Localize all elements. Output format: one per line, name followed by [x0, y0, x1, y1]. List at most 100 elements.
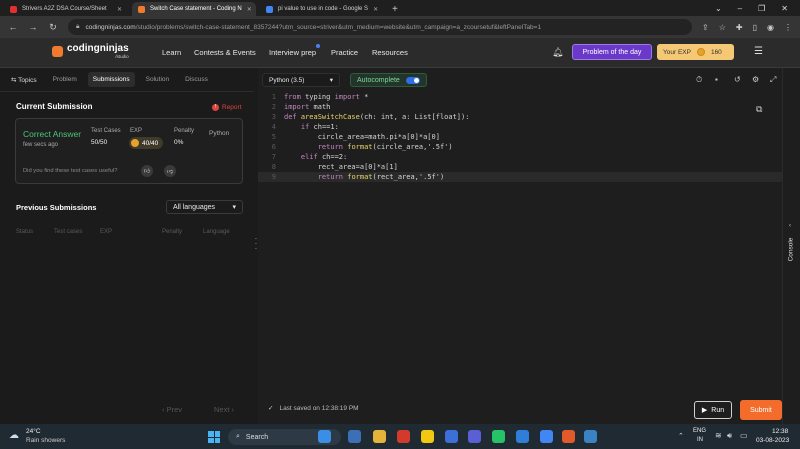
- taskbar-app-icon[interactable]: [445, 430, 458, 443]
- taskbar-app-icon[interactable]: [584, 430, 597, 443]
- taskbar-app-icon[interactable]: [492, 430, 505, 443]
- close-window-icon[interactable]: ✕: [781, 4, 788, 13]
- nav-interview-prep[interactable]: Interview prep: [269, 48, 316, 57]
- copy-code-icon[interactable]: ⧉: [756, 104, 762, 115]
- settings-gear-icon[interactable]: ⚙: [752, 75, 759, 84]
- hamburger-menu-icon[interactable]: ☰: [754, 46, 763, 57]
- submit-button[interactable]: Submit: [740, 400, 782, 420]
- line-number: 3: [271, 113, 276, 121]
- current-submission-title: Current Submission: [16, 102, 93, 111]
- code-line[interactable]: 8 rect_area=a[0]*a[1]: [258, 162, 782, 172]
- tab-favicon-icon: [266, 5, 273, 13]
- tab-topics-label: Topics: [18, 76, 37, 84]
- next-page-button[interactable]: Next ›: [214, 405, 234, 414]
- input-language-bottom[interactable]: IN: [697, 437, 703, 443]
- exp-coin-icon: [696, 48, 705, 56]
- taskbar-app-icon[interactable]: [468, 430, 481, 443]
- logo-name: codingninjas: [67, 43, 129, 54]
- run-button[interactable]: ▶ Run: [694, 401, 732, 419]
- taskbar-app-icon[interactable]: [318, 430, 331, 443]
- weather-description[interactable]: Rain showers: [26, 437, 65, 444]
- tab-close-icon[interactable]: ✕: [117, 6, 122, 13]
- forward-icon[interactable]: →: [28, 22, 38, 32]
- taskbar-app-icon[interactable]: [516, 430, 529, 443]
- tab-close-icon[interactable]: ✕: [373, 6, 378, 13]
- site-header: codingninjas /studio Learn Contests & Ev…: [0, 38, 800, 68]
- tab-discuss[interactable]: Discuss: [180, 72, 213, 87]
- report-button[interactable]: ! Report: [212, 104, 242, 111]
- nav-contests-events[interactable]: Contests & Events: [194, 48, 256, 57]
- windows-start-icon[interactable]: [208, 431, 220, 443]
- tab-close-icon[interactable]: ✕: [247, 6, 252, 13]
- nav-resources[interactable]: Resources: [372, 48, 408, 57]
- thumbs-up-icon[interactable]: 👍︎: [141, 165, 153, 177]
- address-bar[interactable]: 🔒︎ codingninjas.com/studio/problems/swit…: [68, 19, 693, 35]
- sidepanel-icon[interactable]: ▯: [753, 23, 757, 32]
- code-line[interactable]: 9 return format(rect_area,'.5f'): [258, 172, 782, 182]
- back-icon[interactable]: ←: [8, 22, 18, 32]
- fullscreen-icon[interactable]: ⤢: [770, 75, 776, 85]
- browser-tab[interactable]: pi value to use in code - Google S ✕: [260, 2, 384, 16]
- tab-solution[interactable]: Solution: [141, 72, 175, 87]
- clock-date[interactable]: 03-08-2023: [756, 437, 789, 444]
- problem-of-the-day-button[interactable]: Problem of the day: [572, 44, 652, 60]
- code-token: if: [300, 123, 314, 131]
- line-number: 6: [271, 143, 276, 151]
- tab-submissions[interactable]: Submissions: [87, 72, 135, 87]
- share-icon[interactable]: ⇪: [702, 23, 709, 32]
- console-sidebar[interactable]: ‹ Console: [782, 68, 800, 424]
- browser-tab[interactable]: Strivers A2Z DSA Course/Sheet ✕: [4, 2, 128, 16]
- new-tab-button[interactable]: +: [392, 4, 398, 15]
- minimize-icon[interactable]: –: [738, 4, 742, 13]
- code-area[interactable]: 1 from typing import * 2 import math 3 def ar…: [258, 92, 782, 392]
- code-line[interactable]: 7 elif ch==2:: [258, 152, 782, 162]
- code-line[interactable]: 4 if ch==1:: [258, 122, 782, 132]
- clock-time[interactable]: 12:38: [772, 428, 788, 435]
- nav-learn[interactable]: Learn: [162, 48, 181, 57]
- taskbar-app-icon[interactable]: [421, 430, 434, 443]
- code-line[interactable]: 3 def areaSwitchCase(ch: int, a: List[flo…: [258, 112, 782, 122]
- exp-gained-value: 40/40: [142, 139, 159, 147]
- taskbar-app-icon[interactable]: [397, 430, 410, 443]
- browser-menu-icon[interactable]: ⋮: [784, 23, 792, 32]
- code-line[interactable]: 2 import math: [258, 102, 782, 112]
- autocomplete-toggle[interactable]: Autocomplete: [350, 73, 427, 87]
- taskbar-app-icon[interactable]: [348, 430, 361, 443]
- browser-tab[interactable]: Switch Case statement - Coding N ✕: [132, 2, 256, 16]
- code-token: return: [317, 173, 348, 181]
- codingninjas-logo[interactable]: codingninjas /studio: [52, 44, 129, 59]
- notification-bell-icon[interactable]: 🔔︎: [552, 47, 563, 58]
- wifi-icon[interactable]: ≋: [715, 431, 722, 440]
- speaker-icon[interactable]: 🔊︎: [727, 431, 732, 441]
- taskbar-app-icon[interactable]: [562, 430, 575, 443]
- exp-badge[interactable]: Your EXP 160: [657, 44, 734, 60]
- weather-temperature[interactable]: 24°C: [26, 428, 41, 435]
- thumbs-down-icon[interactable]: 👎︎: [164, 165, 176, 177]
- code-line[interactable]: 5 circle_area=math.pi*a[0]*a[0]: [258, 132, 782, 142]
- tray-overflow-icon[interactable]: ⌃: [678, 432, 684, 440]
- tab-problem[interactable]: Problem: [48, 72, 82, 87]
- reset-icon[interactable]: ↺: [734, 75, 741, 84]
- nav-practice[interactable]: Practice: [331, 48, 358, 57]
- code-line[interactable]: 6 return format(circle_area,'.5f'): [258, 142, 782, 152]
- language-filter-select[interactable]: All languages ▾: [166, 200, 243, 214]
- extensions-icon[interactable]: ✚: [736, 23, 743, 32]
- tab-favicon-icon: [10, 5, 17, 13]
- reload-icon[interactable]: ↻: [48, 22, 58, 33]
- tab-search-icon[interactable]: ⌄: [715, 4, 722, 13]
- language-select[interactable]: Python (3.5) ▾: [262, 73, 340, 87]
- input-language-top[interactable]: ENG: [693, 428, 706, 434]
- prev-page-button[interactable]: ‹ Prev: [162, 405, 182, 414]
- code-token: circle_area=math.pi*a[0]*a[0]: [284, 133, 440, 141]
- save-icon[interactable]: ▪: [715, 75, 718, 84]
- code-line[interactable]: 1 from typing import *: [258, 92, 782, 102]
- bookmark-star-icon[interactable]: ☆: [719, 23, 726, 32]
- restore-icon[interactable]: ❐: [758, 4, 765, 13]
- battery-icon[interactable]: ▭: [740, 431, 748, 440]
- profile-avatar-icon[interactable]: ◉: [767, 23, 774, 32]
- taskbar-app-icon[interactable]: [373, 430, 386, 443]
- taskbar-app-icon[interactable]: [540, 430, 553, 443]
- timer-icon[interactable]: ⏱︎: [696, 75, 702, 85]
- tab-topics[interactable]: ⇆ Topics: [6, 72, 42, 88]
